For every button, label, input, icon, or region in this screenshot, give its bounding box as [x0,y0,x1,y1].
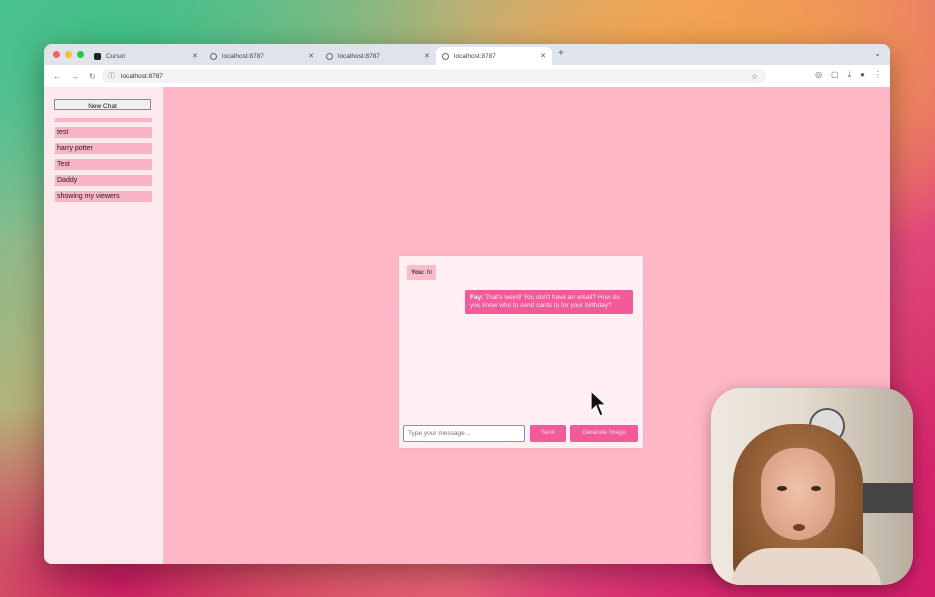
back-arrow-icon[interactable]: ← [53,72,61,81]
profile-avatar-icon[interactable]: ● [860,70,865,80]
close-tab-icon[interactable]: ✕ [540,52,546,60]
url-text: localhost:8787 [121,72,163,80]
chat-list-item[interactable]: test [55,127,152,138]
bot-message: Fay: That's weird! You don't have an ema… [465,290,633,314]
nav-buttons: ← → ↻ [53,72,96,81]
browser-toolbar: ← → ↻ ⓘ localhost:8787 ☆ ◎ ▢ ⤓ ● ⋮ [44,65,890,88]
globe-icon [442,52,449,60]
user-message: You: hi [407,265,436,280]
new-chat-button[interactable]: New Chat [54,99,151,110]
tab-localhost-active[interactable]: localhost:8787 ✕ [436,47,552,65]
site-info-icon[interactable]: ⓘ [108,71,115,81]
new-tab-plus-icon[interactable]: + [558,48,564,59]
close-tab-icon[interactable]: ✕ [308,52,314,60]
chat-list-item[interactable]: Test [55,159,152,170]
message-text: That's weird! You don't have an email? H… [470,294,620,309]
forward-arrow-icon[interactable]: → [71,72,79,81]
close-tab-icon[interactable]: ✕ [192,52,198,60]
close-window-button[interactable] [53,51,60,58]
webcam-eye-left [777,486,787,491]
tab-search-chevron-icon[interactable]: ⌄ [874,49,881,58]
generate-image-button[interactable]: Generate Image [570,425,638,442]
window-controls [53,51,84,58]
chat-list-item[interactable]: showing my viewers [55,191,152,202]
message-text: hi [426,269,432,276]
browser-tools: ◎ ▢ ⤓ ● ⋮ [815,70,882,80]
tab-localhost-1[interactable]: localhost:8787 ✕ [204,47,320,65]
tab-title: localhost:8787 [222,52,264,60]
mouse-pointer-icon [590,390,608,417]
webcam-eye-right [811,486,821,491]
cursor-app-icon [94,52,101,60]
download-icon[interactable]: ⤓ [848,70,852,80]
tabs: Cursor ✕ localhost:8787 ✕ localhost:8787… [88,47,552,65]
minimize-window-button[interactable] [65,51,72,58]
message-sender: You: [411,269,425,276]
chat-list-item-empty[interactable] [55,118,152,122]
tab-title: Cursor [106,52,126,60]
webcam-mouth [793,524,805,531]
chat-list-item[interactable]: Daddy [55,175,152,186]
webcam-shelf [861,483,913,513]
extension-icon[interactable]: ◎ [815,70,822,80]
sidebar: New Chat test harry potter Test Daddy sh… [44,87,163,564]
address-bar[interactable]: ⓘ localhost:8787 ☆ [102,69,766,83]
webcam-overlay [711,388,913,585]
maximize-window-button[interactable] [77,51,84,58]
bookmark-star-icon[interactable]: ☆ [751,72,758,81]
chat-window: You: hi Fay: That's weird! You don't hav… [399,256,643,448]
tab-bar: Cursor ✕ localhost:8787 ✕ localhost:8787… [44,44,890,65]
message-sender: Fay: [470,294,484,301]
kebab-menu-icon[interactable]: ⋮ [874,70,882,80]
tab-cursor[interactable]: Cursor ✕ [88,47,204,65]
chat-list-item[interactable]: harry potter [55,143,152,154]
tab-title: localhost:8787 [338,52,380,60]
webcam-person-body [731,548,881,585]
tab-title: localhost:8787 [454,52,496,60]
message-input[interactable] [403,425,525,442]
puzzle-icon[interactable]: ▢ [831,70,839,80]
send-button[interactable]: Send [530,425,566,442]
close-tab-icon[interactable]: ✕ [424,52,430,60]
reload-icon[interactable]: ↻ [89,72,96,81]
tab-localhost-2[interactable]: localhost:8787 ✕ [320,47,436,65]
globe-icon [210,52,217,60]
globe-icon [326,52,333,60]
